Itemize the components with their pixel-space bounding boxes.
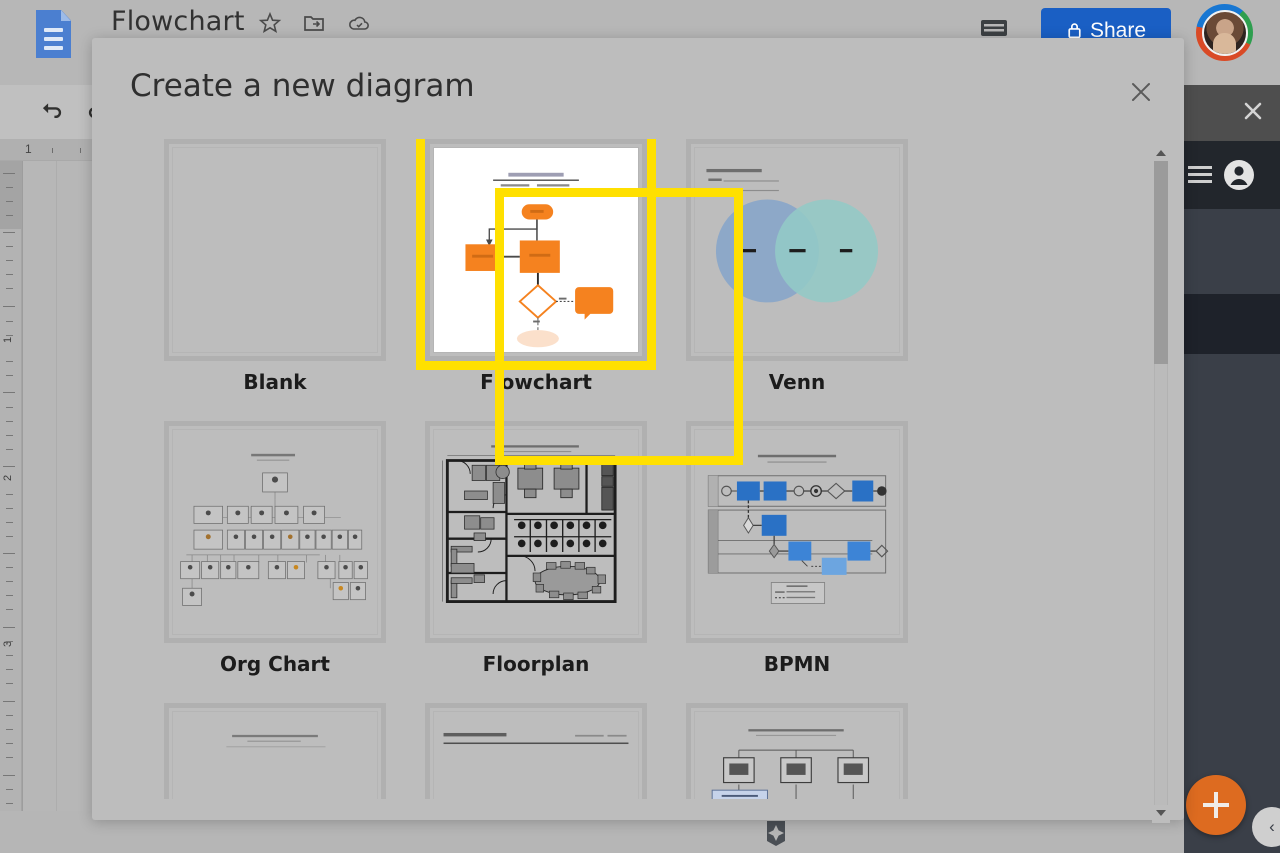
template-card-blank[interactable]: Blank: [145, 139, 405, 399]
scroll-up-arrow[interactable]: [1156, 150, 1166, 156]
template-card-bpmn[interactable]: BPMN: [667, 421, 927, 681]
template-label-floorplan: Floorplan: [482, 652, 590, 676]
template-thumbnail-row3-a: [164, 703, 386, 799]
create-diagram-dialog: Create a new diagram Blank Flowchart Ven…: [92, 38, 1184, 823]
floorplan-artwork: [434, 430, 638, 634]
account-circle-icon[interactable]: [1222, 158, 1256, 192]
vruler-mark: 1: [2, 336, 14, 343]
scroll-down-arrow[interactable]: [1156, 810, 1166, 816]
ruler-mark: 1: [25, 142, 32, 156]
page-left-edge: [22, 161, 23, 853]
template-thumbnail-row3-b: [425, 703, 647, 799]
template-thumbnail-floorplan: [425, 421, 647, 643]
doc-wide-header-artwork: [434, 712, 638, 799]
cloud-saved-icon[interactable]: [347, 11, 371, 35]
dialog-scrollbar[interactable]: [1152, 143, 1170, 823]
template-thumbnail-orgchart: [164, 421, 386, 643]
side-panel-header: [1184, 85, 1280, 141]
close-icon: [1132, 83, 1150, 101]
venn-artwork: [695, 148, 899, 352]
side-panel-card[interactable]: [1184, 294, 1280, 354]
add-diagram-fab[interactable]: [1186, 775, 1246, 835]
template-grid-scroll-area[interactable]: Blank Flowchart Venn Org Chart Floorplan…: [116, 139, 1136, 799]
template-thumbnail-bpmn: [686, 421, 908, 643]
template-label-venn: Venn: [768, 370, 826, 394]
move-to-folder-icon[interactable]: [302, 11, 326, 35]
template-label-bpmn: BPMN: [763, 652, 831, 676]
template-card-row3-c[interactable]: [667, 703, 927, 799]
vruler-mark: 2: [2, 474, 14, 481]
plus-icon: [1203, 792, 1229, 818]
user-avatar[interactable]: [1196, 4, 1253, 61]
star-icon[interactable]: [258, 11, 282, 35]
undo-icon[interactable]: [40, 98, 66, 124]
chevron-left-icon: ‹: [1269, 817, 1275, 836]
template-card-venn[interactable]: Venn: [667, 139, 927, 399]
template-card-floorplan[interactable]: Floorplan: [406, 421, 666, 681]
network-diagram-artwork: [695, 712, 899, 799]
dialog-close-button[interactable]: [1127, 78, 1155, 106]
template-card-orgchart[interactable]: Org Chart: [145, 421, 405, 681]
template-grid: Blank Flowchart Venn Org Chart Floorplan…: [116, 139, 1136, 799]
template-thumbnail-row3-c: [686, 703, 908, 799]
hamburger-menu-icon[interactable]: [1188, 166, 1212, 184]
flowchart-artwork: [434, 148, 638, 352]
template-thumbnail-venn: [686, 139, 908, 361]
template-thumbnail-flowchart: [425, 139, 647, 361]
orgchart-artwork: [173, 430, 377, 634]
template-label-blank: Blank: [243, 370, 307, 394]
template-thumbnail-blank: [164, 139, 386, 361]
template-card-flowchart[interactable]: Flowchart: [406, 139, 666, 399]
bpmn-artwork: [695, 430, 899, 634]
close-icon[interactable]: [1242, 100, 1264, 122]
template-label-flowchart: Flowchart: [480, 370, 592, 394]
template-label-orgchart: Org Chart: [220, 652, 330, 676]
vertical-ruler: 1 2 3: [0, 161, 22, 853]
side-panel-toolbar: [1184, 141, 1280, 209]
page-margin-line: [56, 161, 57, 853]
template-card-row3-b[interactable]: [406, 703, 666, 799]
doc-title-only-artwork: [173, 712, 377, 799]
document-title[interactable]: Flowchart: [111, 6, 245, 37]
dialog-title: Create a new diagram: [130, 68, 475, 104]
google-docs-icon[interactable]: [36, 10, 71, 58]
keyboard-icon[interactable]: [980, 17, 1008, 39]
scrollbar-thumb[interactable]: [1154, 161, 1168, 364]
template-card-row3-a[interactable]: [145, 703, 405, 799]
